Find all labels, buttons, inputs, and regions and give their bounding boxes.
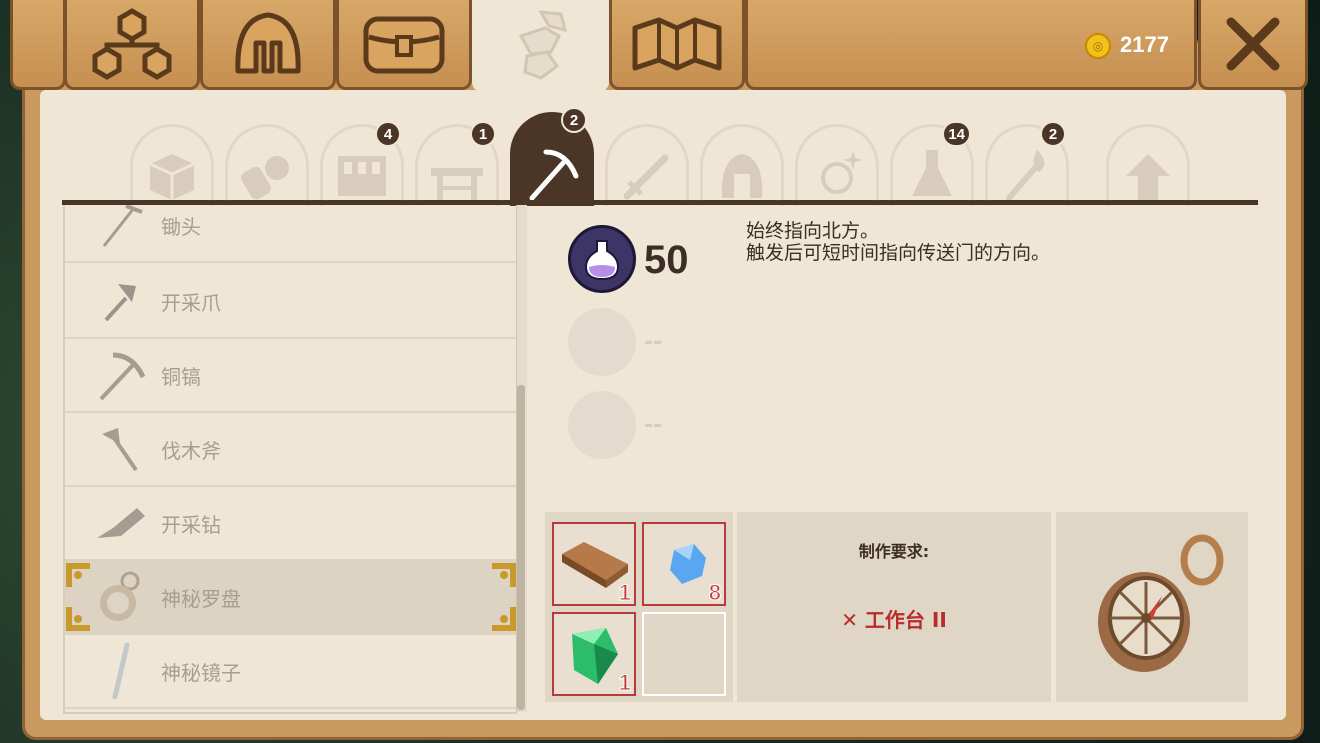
category-tab-accessories[interactable] <box>795 124 879 206</box>
list-item[interactable]: 开采爪 <box>65 265 517 339</box>
material-slot[interactable]: 8 <box>642 522 726 606</box>
description-line: 始终指向北方。 <box>746 220 880 242</box>
list-item-label: 伐木斧 <box>161 438 221 463</box>
selection-corner <box>492 563 516 587</box>
mining-claw-icon <box>91 271 151 331</box>
category-tab-furniture[interactable]: 1 <box>415 121 499 206</box>
material-slot[interactable]: 1 <box>552 522 636 606</box>
required-workbench: ✕ 工作台 II <box>841 608 947 632</box>
mirror-icon <box>91 641 151 701</box>
compass-icon <box>91 567 151 627</box>
list-item-label: 神秘罗盘 <box>161 586 241 611</box>
tab-inventory[interactable] <box>336 0 472 90</box>
table-icon <box>431 168 483 200</box>
hoe-icon <box>91 205 151 255</box>
map-icon <box>632 17 722 70</box>
helmet-icon <box>721 154 763 198</box>
list-item-label: 神秘镜子 <box>161 660 241 685</box>
category-tab-upgrades[interactable] <box>1106 124 1190 206</box>
item-preview <box>1056 512 1248 702</box>
list-item[interactable]: 伐木斧 <box>65 413 517 487</box>
scrollbar-thumb[interactable] <box>517 385 525 710</box>
category-tab-potions[interactable]: 14 <box>890 121 974 206</box>
cube-icon <box>149 154 195 200</box>
category-badge: 4 <box>375 121 401 147</box>
category-tab-lighting[interactable]: 2 <box>985 121 1069 206</box>
top-tab-bar: ◎ 2177 <box>0 0 1320 92</box>
category-tab-blocks[interactable] <box>130 124 214 206</box>
crafting-hands-icon <box>518 9 567 80</box>
helmet-icon <box>235 12 301 73</box>
selection-corner <box>66 607 90 631</box>
material-count: 8 <box>708 580 721 606</box>
tab-map[interactable] <box>609 0 745 90</box>
material-count: 1 <box>618 670 631 696</box>
requirements-title: 制作要求: <box>858 542 930 561</box>
material-slot-empty[interactable] <box>642 612 726 696</box>
bandage-icon <box>241 156 289 200</box>
mining-drill-icon <box>91 493 151 553</box>
list-item[interactable]: 铜镐 <box>65 339 517 413</box>
requirements-panel: 制作要求: ✕ 工作台 II <box>737 512 1051 702</box>
material-slot[interactable]: 1 <box>552 612 636 696</box>
sword-icon <box>623 154 669 200</box>
category-tab-tools[interactable]: 2 <box>510 107 594 206</box>
bag-icon <box>363 16 445 73</box>
mana-potion-icon <box>568 225 636 293</box>
description-line: 触发后可短时间指向传送门的方向。 <box>746 242 1051 264</box>
tab-crafting[interactable] <box>472 0 609 92</box>
gold-coin-icon: ◎ <box>1085 33 1111 59</box>
potion-flask-icon <box>912 150 952 196</box>
list-item[interactable]: 开采钻 <box>65 487 517 561</box>
category-badge: 2 <box>1040 121 1066 147</box>
item-description: 始终指向北方。 触发后可短时间指向传送门的方向。 <box>746 220 1050 264</box>
tab-edge <box>10 0 66 90</box>
gold-amount: 2177 <box>1120 32 1169 57</box>
category-tab-weapons[interactable] <box>605 124 689 206</box>
list-item-label: 铜镐 <box>161 364 201 389</box>
category-badge: 2 <box>561 107 587 133</box>
close-button[interactable] <box>1198 0 1308 90</box>
category-tab-armor[interactable] <box>700 124 784 206</box>
stat-value: -- <box>644 330 663 355</box>
recipe-list[interactable]: 锄头 开采爪 铜镐 伐木斧 开采钻 神秘罗盘 神秘镜子 <box>63 205 517 714</box>
list-item-label: 开采爪 <box>161 290 221 315</box>
category-tab-machines[interactable]: 4 <box>320 121 404 206</box>
category-tab-consumables[interactable] <box>225 124 309 206</box>
empty-stat-slot <box>568 391 636 459</box>
close-icon <box>1226 17 1280 70</box>
list-item-selected[interactable]: 神秘罗盘 <box>65 561 517 635</box>
list-item[interactable]: 神秘镜子 <box>65 635 517 709</box>
list-item-label: 锄头 <box>161 214 201 239</box>
tab-skill-tree[interactable] <box>64 0 200 90</box>
axe-icon <box>91 419 151 479</box>
skill-tree-icon <box>92 7 172 80</box>
selection-corner <box>66 563 90 587</box>
empty-stat-slot <box>568 308 636 376</box>
selection-corner <box>492 607 516 631</box>
copper-pickaxe-icon <box>91 345 151 405</box>
materials-panel: 1 8 1 <box>545 512 733 702</box>
category-badge: 14 <box>942 121 971 147</box>
stat-value: -- <box>644 413 663 438</box>
torch-icon <box>1006 150 1045 201</box>
machine-icon <box>338 156 386 196</box>
sparkle-ring-icon <box>821 150 863 194</box>
list-item-label: 开采钻 <box>161 512 221 537</box>
tab-equipment[interactable] <box>200 0 336 90</box>
pickaxe-icon <box>529 149 579 201</box>
category-badge: 1 <box>470 121 496 147</box>
list-item[interactable]: 锄头 <box>65 205 517 263</box>
material-count: 1 <box>618 580 631 606</box>
compass-preview-icon <box>1098 534 1224 672</box>
upgrade-arrow-icon <box>1126 154 1170 200</box>
stat-value: 50 <box>644 238 689 282</box>
